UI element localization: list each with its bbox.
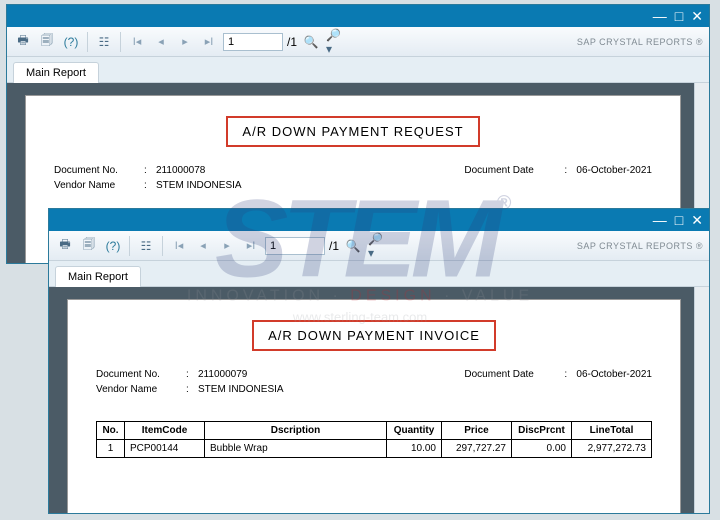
next-page-icon[interactable]: ▸ [175,32,195,52]
report-window-invoice: — □ ✕ 🖶 🗐 (?) ☷ I◂ ◂ ▸ ▸I /1 🔍 🔎▾ SAP CR… [48,208,710,514]
toolbar: 🖶 🗐 (?) ☷ I◂ ◂ ▸ ▸I /1 🔍 🔎▾ SAP CRYSTAL … [7,27,709,57]
doc-no-value: 211000079 [198,369,247,380]
col-desc: Dscription [205,422,387,440]
separator [162,236,163,256]
minimize-icon[interactable]: — [653,9,667,23]
first-page-icon[interactable]: I◂ [169,236,189,256]
title-highlight: A/R DOWN PAYMENT REQUEST [226,116,479,147]
copy-icon[interactable]: 🗐 [37,32,57,52]
print-icon[interactable]: 🖶 [13,32,33,52]
help-icon[interactable]: (?) [61,32,81,52]
vendor-value: STEM INDONESIA [198,384,284,395]
brand-label: SAP CRYSTAL REPORTS ® [577,37,703,47]
copy-icon[interactable]: 🗐 [79,236,99,256]
help-icon[interactable]: (?) [103,236,123,256]
col-total: LineTotal [572,422,652,440]
toolbar: 🖶 🗐 (?) ☷ I◂ ◂ ▸ ▸I /1 🔍 🔎▾ SAP CRYSTAL … [49,231,709,261]
vendor-value: STEM INDONESIA [156,180,242,191]
maximize-icon[interactable]: □ [675,9,683,23]
cell-no: 1 [97,440,125,458]
tab-main-report[interactable]: Main Report [55,266,141,287]
report-page: A/R DOWN PAYMENT INVOICE Document No. : … [67,299,681,513]
search-icon[interactable]: 🔍 [301,32,321,52]
cell-code: PCP00144 [125,440,205,458]
col-disc: DiscPrcnt [512,422,572,440]
cell-total: 2,977,272.73 [572,440,652,458]
page-number-input[interactable] [265,237,325,255]
vendor-label: Vendor Name [96,384,186,395]
separator [120,32,121,52]
tabstrip: Main Report [49,261,709,287]
last-page-icon[interactable]: ▸I [199,32,219,52]
doc-no-row: Document No. : 211000078 Document Date :… [54,165,652,176]
last-page-icon[interactable]: ▸I [241,236,261,256]
tabstrip: Main Report [7,57,709,83]
next-page-icon[interactable]: ▸ [217,236,237,256]
document-title: A/R DOWN PAYMENT REQUEST [232,120,473,143]
col-price: Price [442,422,512,440]
vendor-label: Vendor Name [54,180,144,191]
page-total: /1 [329,239,339,253]
cell-desc: Bubble Wrap [205,440,387,458]
doc-no-row: Document No. : 211000079 Document Date :… [96,369,652,380]
prev-page-icon[interactable]: ◂ [151,32,171,52]
col-qty: Quantity [387,422,442,440]
document-title: A/R DOWN PAYMENT INVOICE [258,324,490,347]
search-icon[interactable]: 🔍 [343,236,363,256]
titlebar: — □ ✕ [7,5,709,27]
table-row: 1 PCP00144 Bubble Wrap 10.00 297,727.27 … [97,440,652,458]
tab-main-report[interactable]: Main Report [13,62,99,83]
separator [87,32,88,52]
vertical-scrollbar[interactable] [694,287,709,513]
brand-label: SAP CRYSTAL REPORTS ® [577,241,703,251]
col-code: ItemCode [125,422,205,440]
cell-disc: 0.00 [512,440,572,458]
page-total: /1 [287,35,297,49]
page-number-input[interactable] [223,33,283,51]
titlebar: — □ ✕ [49,209,709,231]
first-page-icon[interactable]: I◂ [127,32,147,52]
title-highlight: A/R DOWN PAYMENT INVOICE [252,320,496,351]
cell-qty: 10.00 [387,440,442,458]
print-icon[interactable]: 🖶 [55,236,75,256]
report-viewport: A/R DOWN PAYMENT INVOICE Document No. : … [49,287,709,513]
close-icon[interactable]: ✕ [691,213,703,227]
prev-page-icon[interactable]: ◂ [193,236,213,256]
doc-no-value: 211000078 [156,165,205,176]
doc-no-label: Document No. [96,369,186,380]
tree-icon[interactable]: ☷ [136,236,156,256]
vendor-row: Vendor Name : STEM INDONESIA [96,384,652,395]
table-header-row: No. ItemCode Dscription Quantity Price D… [97,422,652,440]
close-icon[interactable]: ✕ [691,9,703,23]
doc-date-value: 06-October-2021 [576,369,652,380]
minimize-icon[interactable]: — [653,213,667,227]
separator [129,236,130,256]
maximize-icon[interactable]: □ [675,213,683,227]
zoom-icon[interactable]: 🔎▾ [367,236,387,256]
doc-date-value: 06-October-2021 [576,165,652,176]
line-items-table: No. ItemCode Dscription Quantity Price D… [96,421,652,458]
zoom-icon[interactable]: 🔎▾ [325,32,345,52]
col-no: No. [97,422,125,440]
doc-date-label: Document Date [464,369,564,380]
cell-price: 297,727.27 [442,440,512,458]
doc-date-label: Document Date [464,165,564,176]
vendor-row: Vendor Name : STEM INDONESIA [54,180,652,191]
doc-no-label: Document No. [54,165,144,176]
tree-icon[interactable]: ☷ [94,32,114,52]
